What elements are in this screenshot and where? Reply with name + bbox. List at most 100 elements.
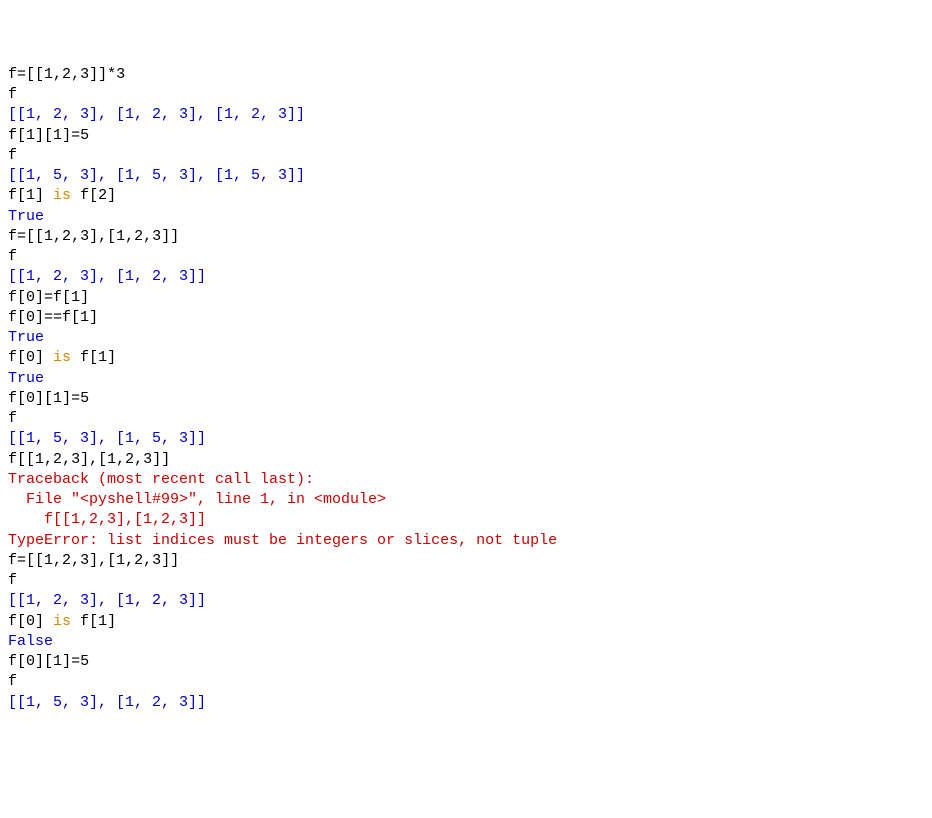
code-token: f[[ [8, 451, 35, 468]
code-token: ] [107, 613, 116, 630]
code-token: f [8, 147, 17, 164]
code-token: 3 [143, 451, 152, 468]
code-token: [[1, 5, 3], [1, 2, 3]] [8, 694, 206, 711]
code-token: 0 [26, 653, 35, 670]
shell-line-input: f[0]=f[1] [8, 288, 924, 308]
code-token: , [125, 228, 134, 245]
code-token: ][ [35, 653, 53, 670]
code-token: 5 [80, 653, 89, 670]
code-token: 1 [107, 451, 116, 468]
code-token: f=[[ [8, 66, 44, 83]
code-token: , [125, 552, 134, 569]
code-token: 1 [44, 552, 53, 569]
shell-line-output: True [8, 369, 924, 389]
code-token: f[ [8, 349, 26, 366]
code-token: ] [80, 289, 89, 306]
code-token: f [8, 248, 17, 265]
shell-line-output: True [8, 328, 924, 348]
code-token: 1 [80, 309, 89, 326]
code-token: 2 [62, 66, 71, 83]
python-shell-output[interactable]: f=[[1,2,3]]*3f[[1, 2, 3], [1, 2, 3], [1,… [8, 65, 924, 713]
code-token: 3 [116, 66, 125, 83]
code-token: ] [35, 349, 53, 366]
shell-line-input: f[1][1]=5 [8, 126, 924, 146]
shell-line-output: True [8, 207, 924, 227]
code-token: 1 [53, 653, 62, 670]
code-token: ][ [35, 390, 53, 407]
code-token: , [116, 451, 125, 468]
code-token: , [53, 552, 62, 569]
code-token: ] [35, 613, 53, 630]
code-token: ]] [161, 552, 179, 569]
code-token: 1 [98, 349, 107, 366]
shell-line-input: f=[[1,2,3],[1,2,3]] [8, 227, 924, 247]
code-token: is [53, 349, 71, 366]
shell-line-output: [[1, 5, 3], [1, 2, 3]] [8, 693, 924, 713]
shell-line-input: f=[[1,2,3],[1,2,3]] [8, 551, 924, 571]
code-token: 5 [80, 390, 89, 407]
code-token: 3 [152, 228, 161, 245]
code-token: 5 [80, 127, 89, 144]
code-token: ],[ [89, 552, 116, 569]
code-token: 2 [53, 451, 62, 468]
code-token: True [8, 370, 44, 387]
shell-line-input: f[0][1]=5 [8, 652, 924, 672]
code-token: f [8, 673, 17, 690]
code-token: 1 [44, 66, 53, 83]
code-token: Traceback (most recent call last): [8, 471, 314, 488]
code-token: ]=f[ [35, 289, 71, 306]
code-token: , [71, 228, 80, 245]
code-token: ] [35, 187, 53, 204]
code-token: 1 [53, 390, 62, 407]
code-token: f[ [71, 613, 98, 630]
code-token: ]= [62, 127, 80, 144]
code-token: [[1, 5, 3], [1, 5, 3], [1, 5, 3]] [8, 167, 305, 184]
code-token: f[ [8, 613, 26, 630]
shell-line-input: f [8, 571, 924, 591]
code-token: 1 [116, 552, 125, 569]
code-token: f[ [71, 187, 98, 204]
code-token: TypeError: list indices must be integers… [8, 532, 557, 549]
code-token: f[ [8, 127, 26, 144]
code-token: f [8, 572, 17, 589]
code-token: File "<pyshell#99>", line 1, in <module> [8, 491, 386, 508]
code-token: ]= [62, 653, 80, 670]
shell-line-input: f[0]==f[1] [8, 308, 924, 328]
code-token: 3 [80, 66, 89, 83]
shell-line-input: f[0] is f[1] [8, 348, 924, 368]
code-token: ]] [161, 228, 179, 245]
code-token: 3 [71, 451, 80, 468]
code-token: 0 [26, 309, 35, 326]
shell-line-output: [[1, 5, 3], [1, 5, 3], [1, 5, 3]] [8, 166, 924, 186]
code-token: True [8, 208, 44, 225]
code-token: is [53, 613, 71, 630]
shell-line-error: File "<pyshell#99>", line 1, in <module> [8, 490, 924, 510]
code-token: 2 [134, 228, 143, 245]
shell-line-input: f [8, 146, 924, 166]
code-token: f[ [8, 653, 26, 670]
code-token: 2 [125, 451, 134, 468]
code-token: ][ [35, 127, 53, 144]
code-token: ]] [152, 451, 170, 468]
code-token: 3 [80, 228, 89, 245]
code-token: 1 [26, 127, 35, 144]
code-token: 0 [26, 349, 35, 366]
code-token: f[ [8, 309, 26, 326]
code-token: ]]* [89, 66, 116, 83]
code-token: f [8, 86, 17, 103]
code-token: [[1, 5, 3], [1, 5, 3]] [8, 430, 206, 447]
code-token: ]==f[ [35, 309, 80, 326]
shell-line-error: f[[1,2,3],[1,2,3]] [8, 510, 924, 530]
shell-line-output: False [8, 632, 924, 652]
code-token: , [44, 451, 53, 468]
code-token: is [53, 187, 71, 204]
code-token: , [71, 552, 80, 569]
code-token: ],[ [80, 451, 107, 468]
code-token: 0 [26, 289, 35, 306]
code-token: f=[[ [8, 552, 44, 569]
code-token: True [8, 329, 44, 346]
code-token: [[1, 2, 3], [1, 2, 3], [1, 2, 3]] [8, 106, 305, 123]
code-token: , [143, 552, 152, 569]
code-token: 1 [98, 613, 107, 630]
code-token: 2 [62, 228, 71, 245]
